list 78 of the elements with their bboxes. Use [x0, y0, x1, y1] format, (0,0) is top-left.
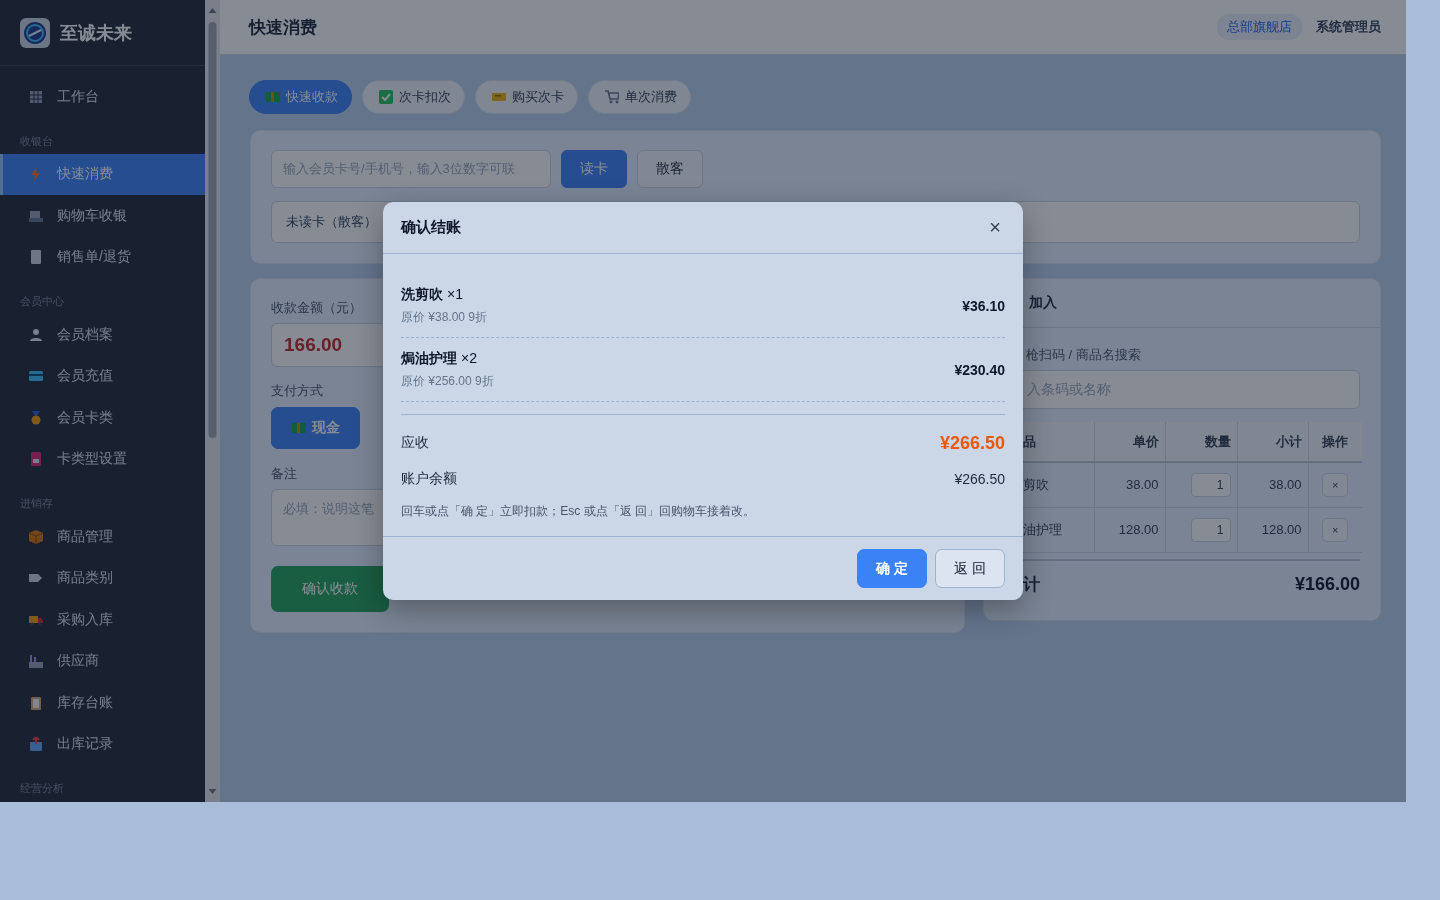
column-header: 单价	[1094, 422, 1165, 462]
nav-item[interactable]: 商品类别	[0, 557, 205, 599]
table-cell: 38.00	[1094, 462, 1165, 507]
column-header: 小计	[1237, 422, 1308, 462]
nav-item[interactable]: 商品管理	[0, 516, 205, 558]
brand-name: 至诚未来	[60, 21, 132, 45]
nav-item[interactable]: 快速消费	[0, 153, 205, 195]
medal-icon	[29, 410, 43, 425]
field-label: 备注	[271, 464, 297, 483]
mode-tab[interactable]: 单次消费	[588, 80, 691, 114]
total-amount: ¥166.00	[1294, 574, 1360, 595]
factory-icon	[29, 654, 43, 669]
dialog-title: 确认结账	[401, 218, 461, 237]
back-button[interactable]: 返 回	[935, 549, 1005, 588]
total-label: 计	[1023, 574, 1040, 596]
confirm-payment-button[interactable]: 确认收款	[271, 566, 389, 612]
document-icon	[29, 250, 43, 265]
mode-tab[interactable]: 快速收款	[249, 80, 352, 114]
item-name: 洗剪吹 ×1	[401, 285, 464, 304]
banknote-icon	[266, 90, 280, 104]
column-header: 数量	[1165, 422, 1237, 462]
quantity-field[interactable]: 1	[1190, 517, 1231, 542]
scrollbar[interactable]	[205, 0, 220, 802]
table-cell: 128.00	[1237, 507, 1308, 552]
close-button[interactable]: ×	[985, 216, 1005, 239]
item-name: 焗油护理 ×2	[401, 349, 478, 368]
item-detail: 原价 ¥256.00 9折	[401, 372, 494, 390]
box-icon	[29, 529, 43, 544]
nav-item[interactable]: 库存台账	[0, 682, 205, 724]
logo-icon	[20, 17, 50, 48]
field-label: 收款金额（元）	[271, 299, 362, 317]
nav-item[interactable]: 供应商	[0, 640, 205, 682]
nav-item[interactable]: 会员档案	[0, 314, 205, 356]
person-icon	[29, 327, 43, 342]
mode-tab[interactable]: 次卡扣次	[362, 80, 465, 114]
nav-item[interactable]: 工作台	[0, 76, 205, 118]
card-icon	[29, 369, 43, 384]
balance-amount: ¥266.50	[954, 471, 1005, 487]
nav-item[interactable]: 购物车收银	[0, 195, 205, 237]
id-card-icon	[29, 452, 43, 467]
nav-item[interactable]: 会员充值	[0, 355, 205, 397]
ticket-icon	[492, 90, 506, 104]
table-cell: 38.00	[1237, 462, 1308, 507]
remove-button[interactable]: ×	[1322, 472, 1349, 497]
lightning-icon	[29, 167, 43, 182]
nav-item[interactable]: 出库记录	[0, 723, 205, 765]
cart-icon	[605, 90, 619, 104]
balance-label: 账户余额	[401, 470, 457, 488]
nav-item[interactable]: 销售单/退货	[0, 236, 205, 278]
hint-text: 回车或点「确 定」立即扣款；Esc 或点「返 回」回购物车接着改。	[401, 503, 756, 520]
due-label: 应收	[401, 434, 429, 452]
confirm-button[interactable]: 确 定	[857, 549, 927, 588]
clipboard-icon	[29, 695, 43, 710]
nav-item[interactable]: 会员卡类	[0, 397, 205, 439]
store-link[interactable]: 总部旗舰店	[1217, 14, 1302, 40]
checkbox-icon	[379, 90, 393, 104]
banknote-icon	[291, 420, 306, 435]
nav-item[interactable]: 采购入库	[0, 599, 205, 641]
page-title: 快速消费	[249, 16, 318, 39]
field-label: 枪扫码 / 商品名搜索	[1025, 346, 1141, 364]
item-amount: ¥36.10	[962, 297, 1005, 314]
walk-in-button[interactable]: 散客	[637, 150, 703, 188]
remove-button[interactable]: ×	[1322, 517, 1349, 542]
table-cell: 128.00	[1094, 507, 1165, 552]
nav-item[interactable]: 卡类型设置	[0, 438, 205, 480]
column-header: 操作	[1308, 422, 1362, 462]
quantity-field[interactable]: 1	[1190, 472, 1231, 497]
user-name: 系统管理员	[1316, 18, 1381, 36]
mode-tab[interactable]: 购买次卡	[475, 80, 578, 114]
grid-icon	[29, 89, 43, 104]
read-card-button[interactable]: 读卡	[561, 150, 627, 188]
field-label: 支付方式	[271, 381, 323, 400]
payment-method-button[interactable]: 现金	[271, 406, 360, 449]
item-amount: ¥230.40	[954, 361, 1005, 378]
item-detail: 原价 ¥38.00 9折	[401, 308, 488, 326]
due-amount: ¥266.50	[939, 432, 1005, 454]
inbox-icon	[29, 737, 43, 752]
cash-register-icon	[29, 208, 43, 223]
